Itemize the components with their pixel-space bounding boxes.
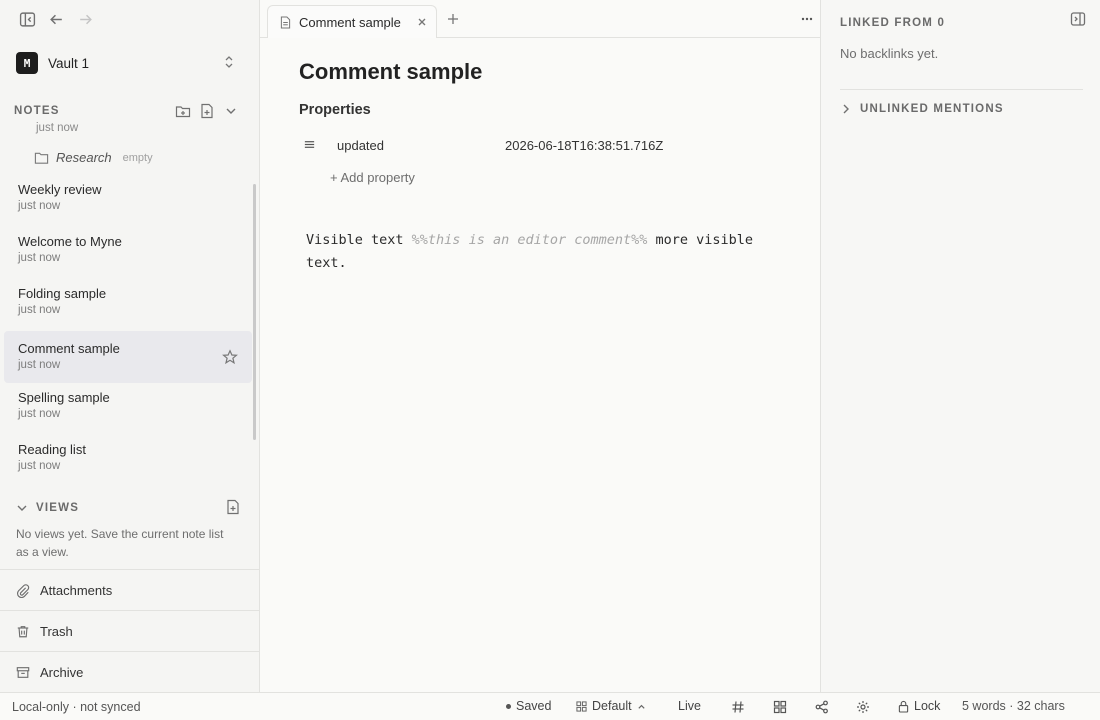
saved-label: Saved — [516, 699, 552, 713]
new-note-icon[interactable] — [199, 102, 215, 120]
vault-logo: M — [16, 52, 38, 74]
no-backlinks-text: No backlinks yet. — [840, 46, 939, 61]
saved-dot-icon — [506, 703, 511, 709]
lock-icon — [898, 700, 909, 713]
note-list-item[interactable]: Welcome to Myne just now — [4, 224, 252, 276]
collapse-panel-icon[interactable] — [1070, 11, 1086, 27]
saved-indicator: Saved — [506, 699, 551, 713]
note-title: Spelling sample — [18, 390, 110, 405]
forward-arrow-icon[interactable] — [76, 10, 94, 28]
sync-status: Local-only · not synced — [12, 700, 141, 714]
sidebar-top-nav — [18, 10, 94, 28]
editor-body[interactable]: Visible text %%this is an editor comment… — [306, 229, 776, 275]
tab-bar: Comment sample — [260, 0, 820, 38]
layout-grid-icon — [576, 700, 587, 712]
note-title: Comment sample — [18, 341, 120, 356]
notes-list[interactable]: just now Research empty Weekly review ju… — [0, 122, 259, 490]
note-time: just now — [36, 122, 79, 134]
archive-label: Archive — [40, 664, 84, 680]
chevron-up-icon — [637, 702, 646, 711]
document-icon — [280, 15, 291, 29]
property-key[interactable]: updated — [337, 138, 384, 153]
editor-pane: Comment sample Comment sample Properties… — [260, 0, 820, 692]
trash-link[interactable]: Trash — [0, 610, 259, 651]
folder-icon — [34, 151, 49, 165]
layout-label: Default — [592, 699, 632, 713]
unlinked-mentions-label: UNLINKED MENTIONS — [860, 103, 1004, 115]
note-time: just now — [18, 200, 61, 212]
views-section-label: VIEWS — [36, 502, 80, 514]
note-title: Weekly review — [18, 182, 102, 197]
linked-from-heading: LINKED FROM 0 — [840, 17, 946, 29]
note-title: Reading list — [18, 442, 86, 457]
notes-section-label: NOTES — [14, 105, 60, 117]
sidebar: M Vault 1 NOTES just now Research empty … — [0, 0, 260, 692]
lock-button[interactable]: Lock — [898, 699, 940, 713]
attachments-link[interactable]: Attachments — [0, 569, 259, 610]
property-row[interactable]: updated 2026-06-18T16:38:51.716Z — [299, 134, 779, 156]
views-empty-text: No views yet. Save the current note list… — [16, 527, 224, 559]
note-list-item[interactable]: Weekly review just now — [4, 172, 252, 224]
note-title: Welcome to Myne — [18, 234, 122, 249]
grid-view-icon[interactable] — [773, 700, 787, 714]
note-time: just now — [18, 460, 61, 472]
toggle-sidebar-icon[interactable] — [18, 10, 36, 28]
new-view-icon[interactable] — [225, 499, 241, 515]
folder-name: Research — [56, 150, 112, 165]
list-property-icon — [303, 138, 316, 151]
note-time: just now — [18, 304, 61, 316]
folder-empty-badge: empty — [122, 151, 153, 164]
trash-label: Trash — [40, 623, 73, 639]
vault-name: Vault 1 — [48, 55, 90, 71]
note-list-item[interactable]: Spelling sample just now — [4, 380, 252, 432]
note-time: just now — [18, 408, 61, 420]
add-property-button[interactable]: + Add property — [330, 170, 415, 185]
notes-scrollbar[interactable] — [253, 184, 256, 440]
vault-switcher[interactable]: M Vault 1 — [12, 50, 247, 76]
new-folder-icon[interactable] — [175, 102, 191, 120]
trash-icon — [16, 624, 30, 639]
folder-item[interactable]: Research empty — [34, 150, 153, 165]
note-title: Folding sample — [18, 286, 107, 301]
tab-title: Comment sample — [299, 14, 401, 30]
graph-share-icon[interactable] — [815, 700, 829, 714]
properties-heading: Properties — [299, 102, 371, 118]
lock-label: Lock — [914, 699, 941, 713]
chevron-right-icon — [840, 103, 852, 115]
views-section-header[interactable]: VIEWS — [16, 498, 243, 518]
note-list-item[interactable]: Folding sample just now — [4, 276, 252, 328]
archive-link[interactable]: Archive — [0, 651, 259, 692]
paperclip-icon — [16, 583, 30, 598]
note-time: just now — [18, 252, 61, 264]
attachments-label: Attachments — [40, 582, 113, 598]
hash-tag-icon[interactable] — [731, 700, 745, 714]
new-tab-plus-icon[interactable] — [446, 12, 460, 26]
chevron-down-icon[interactable] — [16, 502, 28, 514]
mode-toggle[interactable]: Live — [678, 699, 701, 713]
note-time: just now — [18, 359, 61, 371]
layout-selector[interactable]: Default — [576, 699, 646, 713]
editor-comment: %%this is an editor comment%% — [411, 232, 648, 248]
settings-gear-icon[interactable] — [856, 700, 870, 714]
close-icon[interactable] — [416, 16, 428, 28]
backlinks-panel: LINKED FROM 0 No backlinks yet. UNLINKED… — [820, 0, 1100, 692]
tab-comment-sample[interactable]: Comment sample — [267, 5, 437, 38]
note-list-item-active[interactable]: Comment sample just now — [4, 331, 252, 383]
star-icon[interactable] — [222, 349, 238, 365]
archive-icon — [16, 665, 30, 680]
chevron-down-icon[interactable] — [223, 102, 239, 120]
chevron-updown-icon — [223, 54, 235, 70]
property-value[interactable]: 2026-06-18T16:38:51.716Z — [505, 138, 663, 153]
document-title[interactable]: Comment sample — [299, 59, 482, 85]
editor-text: Visible text — [306, 232, 412, 248]
back-arrow-icon[interactable] — [47, 10, 65, 28]
status-bar: Local-only · not synced Saved Default Li… — [0, 692, 1100, 720]
note-list-item[interactable]: Reading list just now — [4, 432, 252, 484]
divider — [840, 89, 1083, 90]
word-char-count: 5 words · 32 chars — [962, 699, 1065, 713]
more-options-icon[interactable] — [800, 12, 814, 26]
notes-section-header: NOTES — [14, 100, 245, 122]
unlinked-mentions-toggle[interactable]: UNLINKED MENTIONS — [840, 103, 1004, 115]
